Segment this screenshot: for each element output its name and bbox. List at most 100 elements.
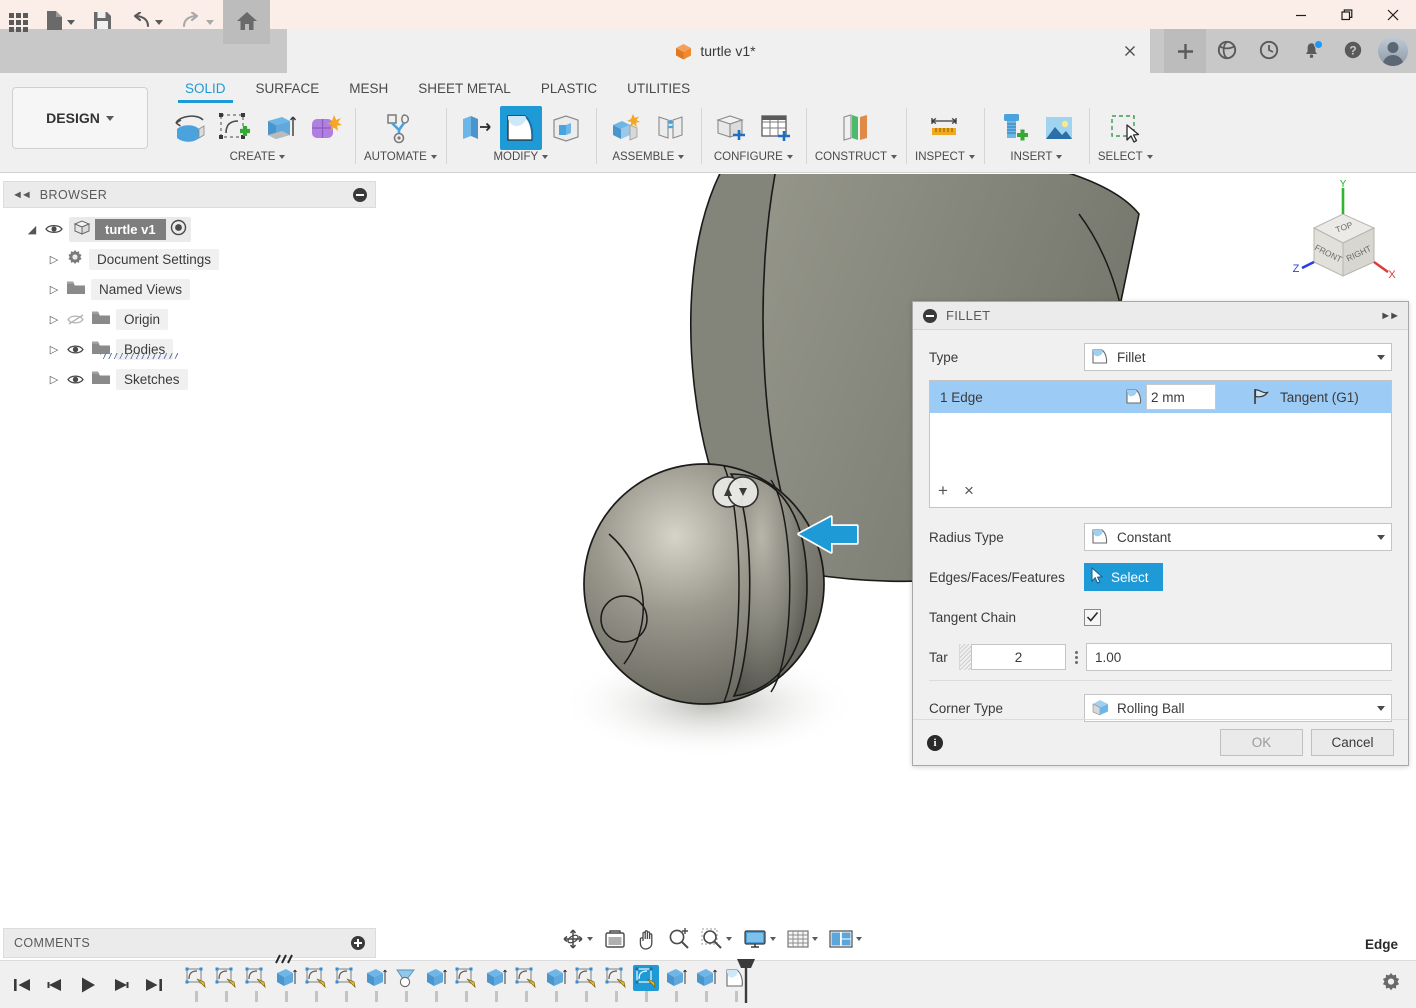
count-input[interactable]: 2 [971,644,1066,670]
close-button[interactable] [1370,0,1416,29]
expand-triangle-icon[interactable]: ▷ [47,253,61,266]
tab-mesh[interactable]: MESH [334,75,403,103]
timeline-marker-icon[interactable] [735,957,757,1008]
automate-tool[interactable] [379,106,421,150]
viewports-button[interactable] [825,924,866,954]
ratio-input[interactable]: 1.00 [1086,643,1392,671]
insert-mcmaster-tool[interactable] [993,106,1035,150]
tab-utilities[interactable]: UTILITIES [612,75,705,103]
comments-panel[interactable]: COMMENTS [3,928,376,958]
continuity-control[interactable]: Tangent (G1) [1252,387,1359,408]
timeline-feature-6[interactable] [331,965,361,1005]
group-name-construct[interactable]: CONSTRUCT [815,151,898,163]
minus-circle-icon[interactable] [353,187,367,202]
group-name-select[interactable]: SELECT [1098,151,1153,163]
tree-item-sketches[interactable]: ▷ Sketches [3,364,376,394]
joint-tool[interactable] [650,106,692,150]
expand-triangle-icon[interactable]: ▷ [47,373,61,386]
tree-item-named-views[interactable]: ▷ Named Views [3,274,376,304]
account-avatar[interactable] [1378,36,1408,66]
timeline-feature-7[interactable] [361,965,391,1005]
timeline-feature-3[interactable] [241,965,271,1005]
timeline-feature-10[interactable] [451,965,481,1005]
radius-input[interactable]: 2 mm [1146,384,1216,410]
tangent-chain-checkbox[interactable] [1084,608,1101,626]
ok-button[interactable]: OK [1220,729,1303,756]
app-grid-button[interactable] [0,0,37,44]
insert-image-tool[interactable] [1038,106,1080,150]
play-button[interactable] [72,968,103,1002]
tab-plastic[interactable]: PLASTIC [526,75,612,103]
type-select[interactable]: Fillet [1084,343,1392,371]
revolve-tool[interactable] [169,106,211,150]
timeline-feature-9[interactable] [421,965,451,1005]
timeline-feature-19[interactable] [721,958,755,1005]
save-button[interactable] [84,0,121,44]
selection-row[interactable]: 1 Edge 2 mm Tangent (G1) [930,381,1391,413]
job-status-button[interactable] [1248,29,1290,73]
collapse-left-icon[interactable]: ◄◄ [12,189,32,201]
minimize-button[interactable] [1278,0,1324,29]
expand-triangle-icon[interactable]: ▷ [47,283,61,296]
timeline-feature-4[interactable] [271,954,301,1005]
visibility-eye-off-icon[interactable] [66,313,86,326]
notifications-button[interactable] [1290,29,1332,73]
timeline-feature-12[interactable] [511,965,541,1005]
visibility-eye-icon[interactable] [66,343,86,356]
timeline-feature-13[interactable] [541,965,571,1005]
expand-right-icon[interactable]: ►► [1380,310,1400,322]
create-sketch-tool[interactable] [214,106,256,150]
new-component-tool[interactable] [605,106,647,150]
config-table-tool[interactable] [755,106,797,150]
go-to-end-button[interactable] [138,968,169,1002]
fillet-tool[interactable] [499,106,542,150]
workspace-switcher[interactable]: DESIGN [12,87,148,149]
select-tool[interactable] [1104,106,1146,150]
info-circle-icon[interactable]: i [927,734,943,751]
new-tab-button[interactable] [1164,29,1206,73]
tab-surface[interactable]: SURFACE [241,75,335,103]
home-button[interactable] [223,0,270,44]
group-name-configure[interactable]: CONFIGURE [714,151,793,163]
measure-tool[interactable] [924,106,966,150]
visibility-eye-icon[interactable] [44,223,64,235]
undo-button[interactable] [121,0,172,44]
redo-button[interactable] [172,0,223,44]
tab-solid[interactable]: SOLID [170,75,241,103]
resize-grip-handle[interactable] [959,644,971,670]
add-selection-button[interactable]: + [938,481,948,501]
tree-item-origin[interactable]: ▷ Origin [3,304,376,334]
radius-type-select[interactable]: Constant [1084,523,1392,551]
display-settings-button[interactable] [739,924,780,954]
look-at-button[interactable] [600,924,630,954]
grid-snaps-button[interactable] [783,924,822,954]
viewcube[interactable]: TOP FRONT RIGHT Y X Z [1288,178,1398,290]
press-pull-tool[interactable] [455,106,497,150]
corner-type-select[interactable]: Rolling Ball [1084,694,1392,722]
timeline-feature-11[interactable] [481,965,511,1005]
plus-circle-icon[interactable] [351,936,365,950]
configure-tool[interactable] [710,106,752,150]
timeline-feature-5[interactable] [301,965,331,1005]
group-name-assemble[interactable]: ASSEMBLE [612,151,685,163]
drag-dots-handle[interactable] [1066,650,1086,664]
new-file-button[interactable] [37,0,84,44]
tab-sheet-metal[interactable]: SHEET METAL [403,75,526,103]
group-name-modify[interactable]: MODIFY [493,151,549,163]
timeline-feature-2[interactable] [211,965,241,1005]
group-name-inspect[interactable]: INSPECT [915,151,975,163]
close-document-button[interactable] [1110,29,1150,73]
document-tab[interactable]: turtle v1* [287,29,1144,73]
zoom-window-button[interactable] [697,924,736,954]
pan-button[interactable] [633,924,661,954]
tree-item-bodies[interactable]: ▷ Bodies [3,334,376,364]
timeline-feature-18[interactable] [691,965,721,1005]
timeline-feature-15[interactable] [601,965,631,1005]
step-back-button[interactable] [39,968,70,1002]
radio-dot-icon[interactable] [170,219,187,239]
extrude-tool[interactable] [259,106,301,150]
tree-item-document-settings[interactable]: ▷ Document Settings [3,244,376,274]
select-button[interactable]: Select [1084,563,1163,591]
orbit-button[interactable] [558,924,597,954]
step-forward-button[interactable] [105,968,136,1002]
